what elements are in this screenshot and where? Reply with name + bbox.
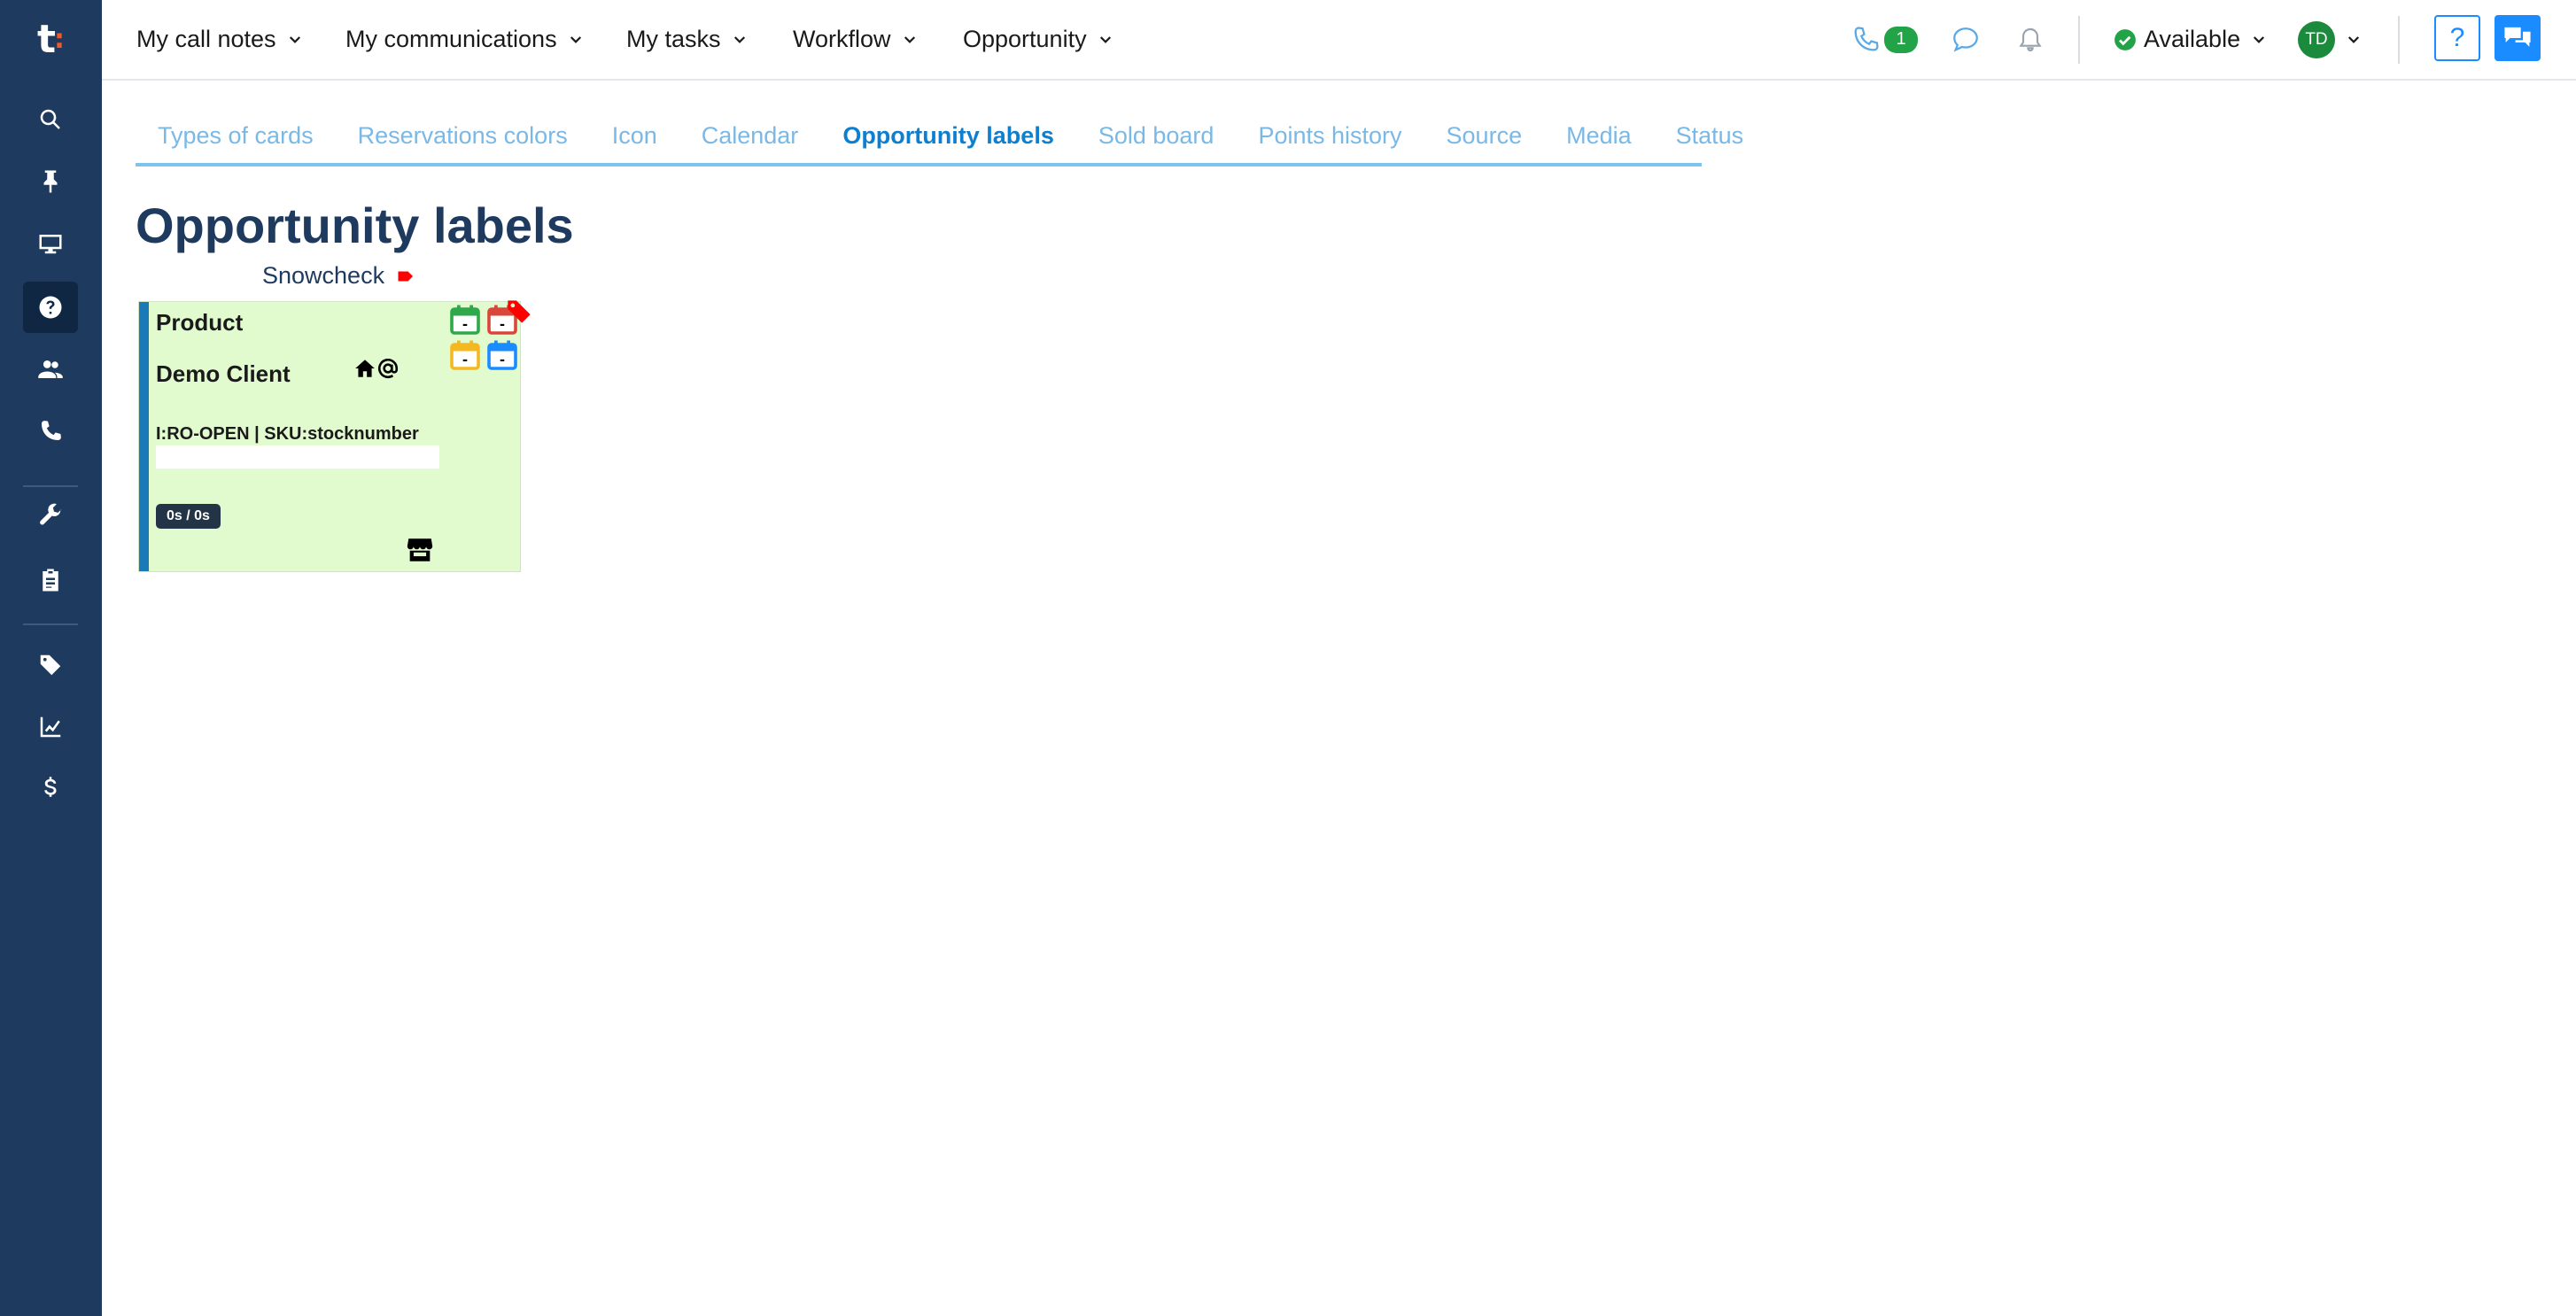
chevron-down-icon [289,35,300,43]
label-name: Snowcheck [262,262,385,289]
sidebar: t: [0,0,102,1316]
card-timer-badge: 0s / 0s [156,504,221,529]
logo-letter: t [36,16,57,62]
opportunity-card[interactable]: Product Demo Client - - - - I:RO-OPEN | … [138,300,531,572]
tab-points-history[interactable]: Points history [1236,122,1424,150]
menu-label: My call notes [136,26,276,52]
search-icon [40,109,60,129]
phone-icon [42,421,61,440]
phone-count-badge: 1 [1884,26,1918,53]
sidebar-item-search[interactable] [23,94,78,145]
clipboard-icon [43,569,58,592]
messages-button[interactable] [1951,0,1981,79]
chevron-down-icon [2347,35,2360,43]
tab-source[interactable]: Source [1424,122,1545,150]
card-note-field [156,445,439,468]
status-dropdown[interactable]: Available [2114,0,2267,79]
red-tag-icon [508,300,531,323]
sidebar-item-users[interactable] [23,344,78,395]
tab-sold-board[interactable]: Sold board [1076,122,1237,150]
menu-label: Workflow [793,26,891,52]
svg-text:-: - [462,317,468,333]
menu-my-communications[interactable]: My communications [345,0,584,79]
topbar-divider [2398,16,2400,64]
phone-icon [1854,26,1879,50]
page-title: Opportunity labels [136,197,574,253]
user-menu[interactable]: TD [2298,0,2362,79]
sidebar-item-help[interactable] [23,282,78,333]
card-product: Product [156,309,244,336]
card-sku-line: I:RO-OPEN | SKU:stocknumber [156,424,419,444]
sidebar-divider [23,485,78,487]
tab-opportunity-labels[interactable]: Opportunity labels [820,122,1076,150]
bell-icon [2019,27,2042,51]
menu-opportunity[interactable]: Opportunity [963,0,1113,79]
status-label: Available [2144,26,2241,52]
chevron-down-icon [1099,35,1111,43]
wrench-icon [40,503,62,525]
topbar-divider [2078,16,2080,64]
phone-calls-button[interactable]: 1 [1851,0,1918,79]
calendar-yellow-icon: - [450,340,480,370]
help-button[interactable]: ? [2434,15,2480,61]
tab-media[interactable]: Media [1544,122,1654,150]
calendar-blue-icon: - [487,340,517,370]
sidebar-item-pin[interactable] [23,156,78,207]
card-client: Demo Client [156,360,291,387]
menu-my-tasks[interactable]: My tasks [626,0,748,79]
card-contact-icons [353,357,400,380]
sidebar-item-tools[interactable] [23,491,78,542]
tab-reservations-colors[interactable]: Reservations colors [336,122,590,150]
settings-tabs: Types of cards Reservations colors Icon … [136,108,1743,166]
chevron-down-icon [570,35,581,43]
notifications-button[interactable] [2016,0,2045,79]
chevron-down-icon [904,35,915,43]
store-icon [407,538,433,561]
users-icon [38,360,63,378]
menu-label: My tasks [626,26,721,52]
chat-bubble-icon [1953,27,1978,52]
chat-button[interactable] [2495,15,2541,61]
tag-icon [398,270,414,282]
comments-icon [2504,27,2531,47]
svg-text:-: - [500,352,505,368]
tag-icon [40,654,61,676]
opportunity-label[interactable]: Snowcheck [262,262,415,290]
menu-label: Opportunity [963,26,1087,52]
sidebar-item-reports[interactable] [23,701,78,753]
menu-label: My communications [345,26,557,52]
tab-status[interactable]: Status [1654,122,1766,150]
logo-dot: : [54,23,66,55]
card-color-bar [139,302,149,571]
menu-workflow[interactable]: Workflow [793,0,918,79]
at-sign-icon [377,358,399,379]
app-logo[interactable]: t: [0,12,102,66]
sidebar-item-clipboard[interactable] [23,554,78,606]
menu-my-call-notes[interactable]: My call notes [136,0,303,79]
tab-types-of-cards[interactable]: Types of cards [136,122,336,150]
sidebar-item-phone[interactable] [23,406,78,457]
chevron-down-icon [2254,35,2265,43]
calendar-green-icon: - [450,305,480,335]
dollar-icon [44,777,57,797]
avatar: TD [2298,20,2335,58]
desktop-icon [39,235,62,254]
tab-icon[interactable]: Icon [590,122,679,150]
help-circle-icon [39,296,62,319]
tab-calendar[interactable]: Calendar [679,122,821,150]
sidebar-item-tags[interactable] [23,639,78,691]
check-circle-icon [2114,28,2136,50]
chart-line-icon [40,716,61,738]
chevron-down-icon [733,35,745,43]
sidebar-item-billing[interactable] [23,763,78,815]
sidebar-item-desktop[interactable] [23,218,78,269]
home-icon [355,360,375,377]
pin-icon [43,170,58,193]
sidebar-divider [23,623,78,625]
svg-text:-: - [462,352,468,368]
